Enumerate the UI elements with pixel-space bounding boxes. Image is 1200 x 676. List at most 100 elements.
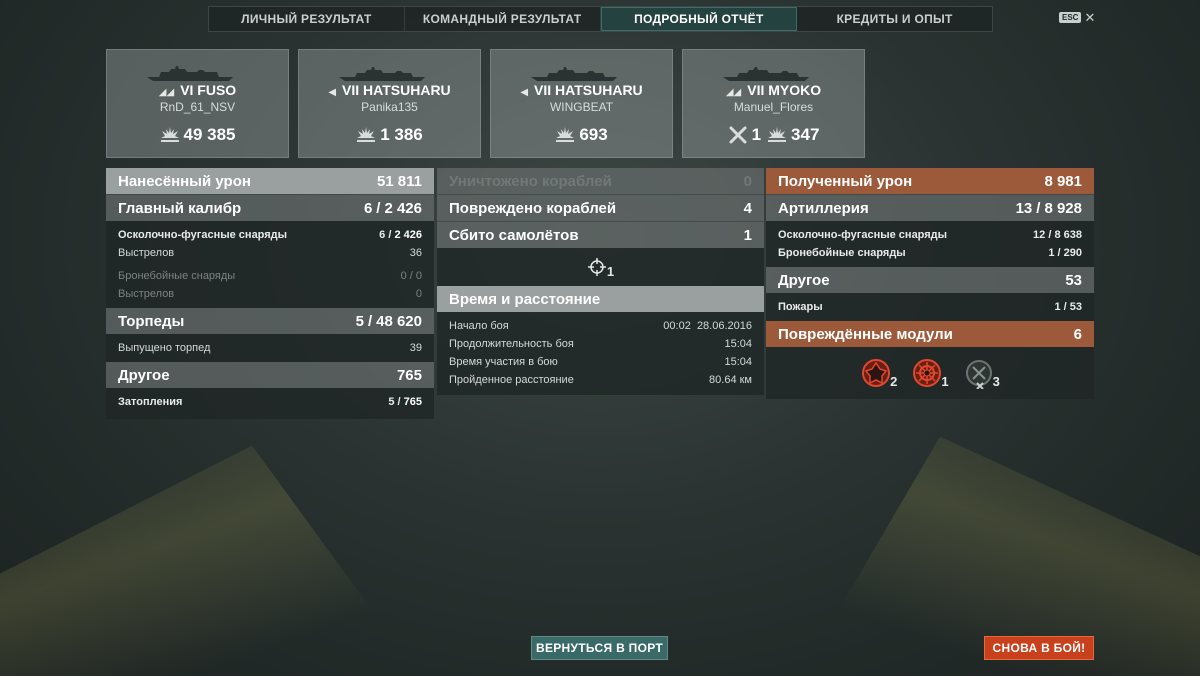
tab-detailed-report[interactable]: ПОДРОБНЫЙ ОТЧЁТ [600, 7, 798, 31]
crosshair-count: 1 [606, 263, 615, 279]
damage-splash-icon [357, 127, 376, 142]
row-label: Уничтожено кораблей [449, 172, 612, 190]
steering-module: 1 [911, 357, 949, 389]
row-value: 4 [743, 199, 752, 217]
ship-stats: 1 386 [299, 125, 480, 145]
destroyed-module-icon [965, 360, 992, 389]
background-light-beam-left [0, 445, 420, 676]
other-damage-row: Другое 765 [106, 362, 434, 388]
row-label: Сбито самолётов [449, 226, 579, 244]
ship-stats: 693 [491, 125, 672, 145]
ship-class-icon: ◀ [328, 87, 337, 98]
crosshair-stat: 1 [437, 248, 764, 286]
section-title: Нанесённый урон [118, 172, 251, 190]
row-value: 6/2 426 [363, 199, 422, 217]
he-shots-row: Выстрелов 36 [106, 244, 434, 262]
received-other-row: Другое 53 [766, 267, 1094, 293]
ship-name: ◢◢ VII MYOKO [725, 82, 822, 98]
ship-class-icon: ◢◢ [158, 87, 175, 98]
destroyed-module: 3 [963, 357, 1000, 389]
row-label: Торпеды [118, 312, 185, 330]
ship-card-myoko[interactable]: ◢◢ VII MYOKO Manuel_Flores 1 347 [682, 49, 865, 158]
planes-shot-down-row: Сбито самолётов 1 [437, 222, 764, 248]
crosshair-icon [587, 258, 606, 276]
ship-stats: 49 385 [107, 125, 288, 145]
received-he-row: Осколочно-фугасные снаряды 12 / 8 638 [766, 226, 1094, 244]
section-title: Время и расстояние [449, 290, 601, 308]
fires-row: Пожары 1 / 53 [766, 298, 1094, 316]
ap-shells-row: Бронебойные снаряды 0 / 0 [106, 267, 434, 285]
row-value: 1 [743, 226, 752, 244]
main-battery-row: Главный калибр 6/2 426 [106, 195, 434, 221]
steering-module-icon [913, 359, 942, 387]
battle-again-button[interactable]: СНОВА В БОЙ! [984, 636, 1094, 660]
row-value: 0 [743, 172, 752, 190]
esc-key-badge: ESC [1059, 12, 1082, 23]
ship-name: ◀ VII HATSUHARU [328, 82, 451, 98]
ship-card-fuso[interactable]: ◢◢ VI FUSO RnD_61_NSV 49 385 [106, 49, 289, 158]
time-distance-header: Время и расстояние [437, 286, 764, 312]
damaged-modules-header: Повреждённые модули 6 [766, 321, 1094, 347]
player-name: WINGBEAT [549, 100, 614, 114]
destroyer-silhouette-icon [531, 67, 617, 81]
ship-stats: 1 347 [683, 125, 864, 145]
player-name: RnD_61_NSV [159, 100, 236, 114]
kills-crossed-shells-icon [729, 126, 747, 144]
ship-card-hatsuharu-1[interactable]: ◀ VII HATSUHARU Panika135 1 386 [298, 49, 481, 158]
row-label: Главный калибр [118, 199, 242, 217]
destroyer-silhouette-icon [339, 67, 425, 81]
ship-name: ◀ VII HATSUHARU [520, 82, 643, 98]
tab-personal-result[interactable]: ЛИЧНЫЙ РЕЗУЛЬТАТ [209, 7, 405, 31]
flooding-row: Затопления 5 / 765 [106, 393, 434, 411]
cruiser-silhouette-icon [723, 67, 809, 81]
damage-dealt-header: Нанесённый урон 51 811 [106, 168, 434, 194]
ships-damaged-row: Повреждено кораблей 4 [437, 195, 764, 221]
row-label: Другое [118, 366, 170, 384]
row-value: 13/8 928 [1015, 199, 1082, 217]
row-label: Другое [778, 271, 830, 289]
row-value: 5/48 620 [355, 312, 422, 330]
distance-row: Пройденное расстояние 80.64 км [437, 371, 764, 389]
tab-credits-experience[interactable]: КРЕДИТЫ И ОПЫТ [797, 7, 992, 31]
ship-card-hatsuharu-2[interactable]: ◀ VII HATSUHARU WINGBEAT 693 [490, 49, 673, 158]
row-label: Артиллерия [778, 199, 869, 217]
he-shells-row: Осколочно-фугасные снаряды 6 / 2 426 [106, 226, 434, 244]
tab-team-result[interactable]: КОМАНДНЫЙ РЕЗУЛЬТАТ [405, 7, 601, 31]
player-name: Manuel_Flores [733, 100, 814, 114]
module-count: 3 [992, 374, 1000, 389]
artillery-row: Артиллерия 13/8 928 [766, 195, 1094, 221]
damage-splash-icon [768, 127, 787, 142]
row-value: 6 / 2 426 [379, 229, 422, 241]
battle-duration-row: Продолжительность боя 15:04 [437, 335, 764, 353]
module-count: 2 [890, 374, 898, 389]
battleship-silhouette-icon [147, 66, 233, 81]
combat-summary-panel: Уничтожено кораблей 0 Повреждено корабле… [437, 168, 764, 395]
results-tabs: ЛИЧНЫЙ РЕЗУЛЬТАТ КОМАНДНЫЙ РЕЗУЛЬТАТ ПОД… [208, 6, 993, 32]
battle-start-row: Начало боя 00:02 28.06.2016 [437, 317, 764, 335]
row-value: 765 [396, 366, 422, 384]
torpedoes-row: Торпеды 5/48 620 [106, 308, 434, 334]
row-label: Повреждено кораблей [449, 199, 617, 217]
engine-module-icon [862, 359, 891, 387]
module-icons-row: 2 1 3 [766, 347, 1094, 399]
damage-received-header: Полученный урон 8 981 [766, 168, 1094, 194]
engine-module: 2 [860, 357, 897, 389]
torpedoes-launched-row: Выпущено торпед 39 [106, 339, 434, 357]
received-ap-row: Бронебойные снаряды 1 / 290 [766, 244, 1094, 262]
return-to-port-button[interactable]: ВЕРНУТЬСЯ В ПОРТ [531, 636, 668, 660]
close-button[interactable]: ESC ✕ [1059, 9, 1096, 25]
ship-class-icon: ◢◢ [725, 87, 742, 98]
ships-destroyed-row: Уничтожено кораблей 0 [437, 168, 764, 194]
damage-splash-icon [160, 127, 179, 142]
damage-received-panel: Полученный урон 8 981 Артиллерия 13/8 92… [766, 168, 1094, 399]
participation-time-row: Время участия в бою 15:04 [437, 353, 764, 371]
section-value: 6 [1073, 325, 1082, 343]
section-value: 8 981 [1044, 172, 1082, 190]
close-icon: ✕ [1084, 9, 1096, 25]
module-count: 1 [941, 374, 949, 389]
ap-shots-row: Выстрелов 0 [106, 285, 434, 303]
section-title: Полученный урон [778, 172, 913, 190]
row-value: 53 [1065, 271, 1082, 289]
damage-dealt-panel: Нанесённый урон 51 811 Главный калибр 6/… [106, 168, 434, 419]
ship-name: ◢◢ VI FUSO [158, 82, 237, 98]
